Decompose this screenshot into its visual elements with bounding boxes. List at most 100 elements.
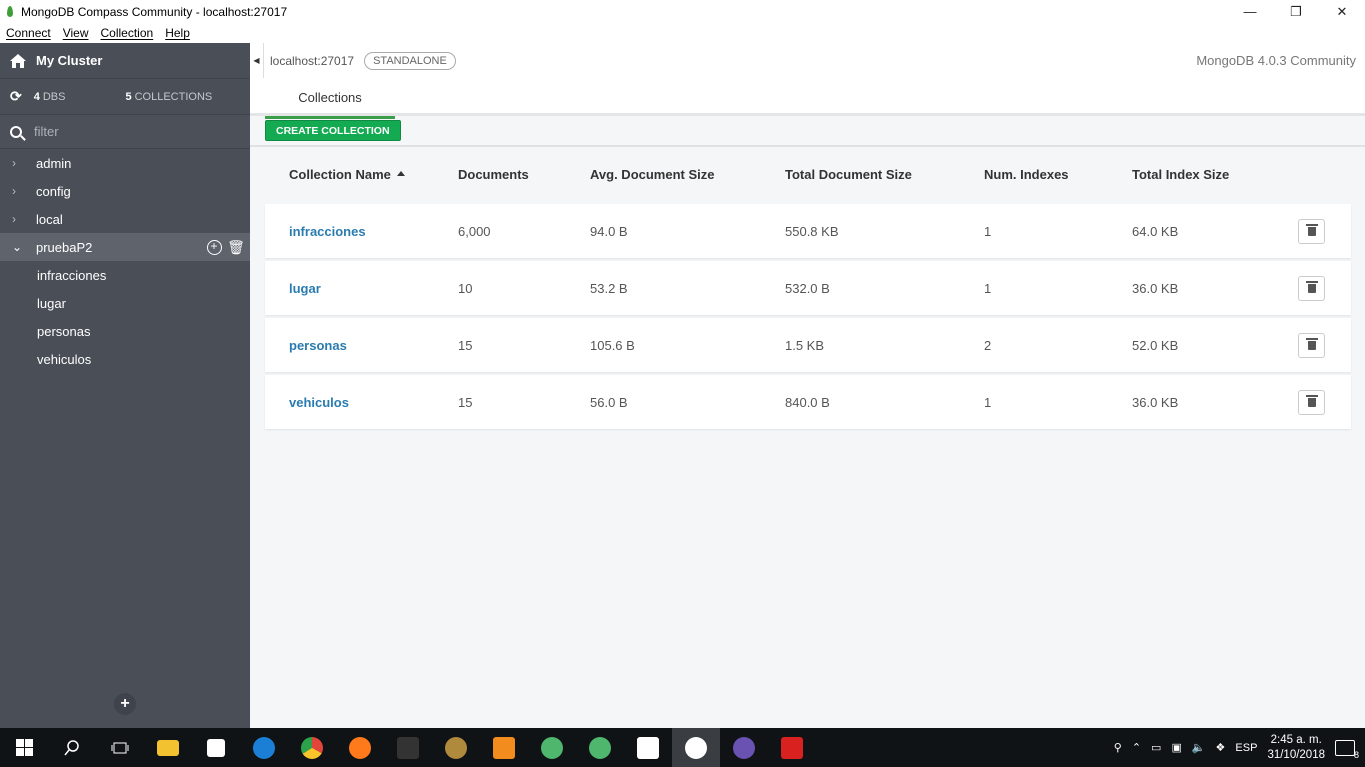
- taskbar-store[interactable]: [192, 728, 240, 767]
- cell-total-size: 550.8 KB: [785, 223, 839, 239]
- column-header-name[interactable]: Collection Name: [289, 167, 405, 182]
- column-header-documents[interactable]: Documents: [458, 167, 529, 182]
- collection-name-link[interactable]: infracciones: [289, 224, 366, 239]
- cluster-header[interactable]: My Cluster: [0, 43, 250, 79]
- taskbar-acrobat[interactable]: [768, 728, 816, 767]
- mongodb-compass-icon: [685, 736, 707, 759]
- refresh-icon[interactable]: ⟳: [10, 88, 22, 105]
- clock[interactable]: 2:45 a. m. 31/10/2018: [1267, 733, 1325, 763]
- sidebar-db-pruebap2[interactable]: ⌄ pruebaP2 + 🗑: [0, 233, 250, 261]
- trash-icon: [1305, 280, 1318, 293]
- cell-indexes: 1: [984, 223, 992, 239]
- sidebar-collection-vehiculos[interactable]: vehiculos: [0, 345, 250, 373]
- taskbar-atom[interactable]: [528, 728, 576, 767]
- table-row[interactable]: infracciones 6,000 94.0 B 550.8 KB 1 64.…: [265, 204, 1351, 258]
- sidebar-db-config[interactable]: › config: [0, 177, 250, 205]
- close-button[interactable]: ✕: [1319, 0, 1365, 23]
- network-icon[interactable]: ▣: [1171, 741, 1181, 754]
- taskbar-mongodb[interactable]: [624, 728, 672, 767]
- taskbar-chrome[interactable]: [288, 728, 336, 767]
- atom-icon: [589, 736, 611, 759]
- taskbar-firefox[interactable]: [336, 728, 384, 767]
- toolbar: CREATE COLLECTION: [250, 116, 1365, 147]
- taskbar-atom-2[interactable]: [576, 728, 624, 767]
- acrobat-icon: [781, 736, 803, 759]
- dropbox-icon[interactable]: ❖: [1216, 741, 1226, 754]
- menu-collection[interactable]: Collection: [95, 26, 160, 40]
- delete-collection-button[interactable]: [1298, 332, 1325, 358]
- notification-center-icon[interactable]: 8: [1335, 739, 1359, 760]
- filter-input[interactable]: [34, 124, 224, 139]
- column-header-indexes[interactable]: Num. Indexes: [984, 167, 1069, 182]
- column-header-index-size[interactable]: Total Index Size: [1132, 167, 1229, 182]
- sort-ascending-icon: [396, 170, 405, 176]
- column-header-avg-size[interactable]: Avg. Document Size: [590, 167, 714, 182]
- menu-view[interactable]: View: [57, 26, 95, 40]
- taskbar-mongodb-compass[interactable]: [672, 728, 720, 767]
- tab-collections[interactable]: Collections: [265, 78, 395, 119]
- instance-header: ◀ localhost:27017 STANDALONE MongoDB 4.0…: [250, 43, 1365, 78]
- sidebar-collection-personas[interactable]: personas: [0, 317, 250, 345]
- title-bar: MongoDB Compass Community - localhost:27…: [0, 0, 1365, 23]
- chevron-right-icon: ›: [12, 212, 16, 226]
- create-collection-button[interactable]: CREATE COLLECTION: [265, 120, 401, 141]
- cell-indexes: 2: [984, 337, 992, 353]
- chevron-up-icon[interactable]: ⌃: [1132, 741, 1141, 754]
- collection-name-link[interactable]: lugar: [289, 281, 321, 296]
- db-name: local: [36, 211, 63, 227]
- taskbar-league[interactable]: [432, 728, 480, 767]
- sidebar-db-local[interactable]: › local: [0, 205, 250, 233]
- cell-avg-size: 56.0 B: [590, 394, 628, 410]
- task-view-button[interactable]: [96, 728, 144, 767]
- collection-name-link[interactable]: vehiculos: [289, 395, 349, 410]
- mongodb-icon: [637, 736, 659, 759]
- delete-collection-button[interactable]: [1298, 218, 1325, 244]
- db-name: pruebaP2: [36, 239, 93, 255]
- menu-connect[interactable]: Connect: [0, 26, 57, 40]
- mongodb-leaf-icon: [7, 6, 13, 17]
- table-row[interactable]: personas 15 105.6 B 1.5 KB 2 52.0 KB: [265, 318, 1351, 372]
- battery-icon[interactable]: ▭: [1151, 741, 1161, 754]
- cell-documents: 6,000: [458, 223, 491, 239]
- epic-games-icon: [397, 736, 419, 759]
- tab-bar: Collections: [250, 78, 1365, 119]
- topology-badge: STANDALONE: [364, 51, 456, 70]
- trash-icon: [1305, 223, 1318, 236]
- cell-avg-size: 105.6 B: [590, 337, 635, 353]
- taskbar-edge[interactable]: [240, 728, 288, 767]
- sidebar-db-admin[interactable]: › admin: [0, 149, 250, 177]
- taskbar-epic-games[interactable]: [384, 728, 432, 767]
- collection-name-link[interactable]: personas: [289, 338, 347, 353]
- cell-total-size: 1.5 KB: [785, 337, 825, 353]
- collapse-sidebar-icon[interactable]: ◀: [250, 43, 264, 78]
- table-row[interactable]: lugar 10 53.2 B 532.0 B 1 36.0 KB: [265, 261, 1351, 315]
- start-button[interactable]: [0, 728, 48, 767]
- column-header-total-size[interactable]: Total Document Size: [785, 167, 912, 182]
- minimize-button[interactable]: —: [1227, 0, 1273, 23]
- task-view-icon: [111, 742, 129, 753]
- delete-collection-button[interactable]: [1298, 275, 1325, 301]
- table-row[interactable]: vehiculos 15 56.0 B 840.0 B 1 36.0 KB: [265, 375, 1351, 429]
- menu-help[interactable]: Help: [159, 26, 196, 40]
- taskbar-cat-app[interactable]: [720, 728, 768, 767]
- sidebar-collection-lugar[interactable]: lugar: [0, 289, 250, 317]
- taskbar-search-button[interactable]: [48, 728, 96, 767]
- cell-avg-size: 53.2 B: [590, 280, 628, 296]
- add-collection-icon[interactable]: +: [206, 239, 222, 255]
- notification-count: 8: [1353, 749, 1359, 760]
- file-explorer-icon: [157, 739, 179, 756]
- cell-total-size: 532.0 B: [785, 280, 830, 296]
- taskbar-sublime[interactable]: [480, 728, 528, 767]
- create-database-button[interactable]: +: [114, 693, 136, 715]
- volume-icon[interactable]: 🔈: [1192, 741, 1206, 754]
- league-icon: [445, 736, 467, 759]
- taskbar-file-explorer[interactable]: [144, 728, 192, 767]
- trash-icon: [1305, 394, 1318, 407]
- trash-icon[interactable]: 🗑: [227, 239, 245, 255]
- language-indicator[interactable]: ESP: [1235, 742, 1257, 754]
- delete-collection-button[interactable]: [1298, 389, 1325, 415]
- restore-button[interactable]: ❐: [1273, 0, 1319, 23]
- sidebar-collection-infracciones[interactable]: infracciones: [0, 261, 250, 289]
- atom-icon: [541, 736, 563, 759]
- people-icon[interactable]: ⚲: [1114, 741, 1122, 754]
